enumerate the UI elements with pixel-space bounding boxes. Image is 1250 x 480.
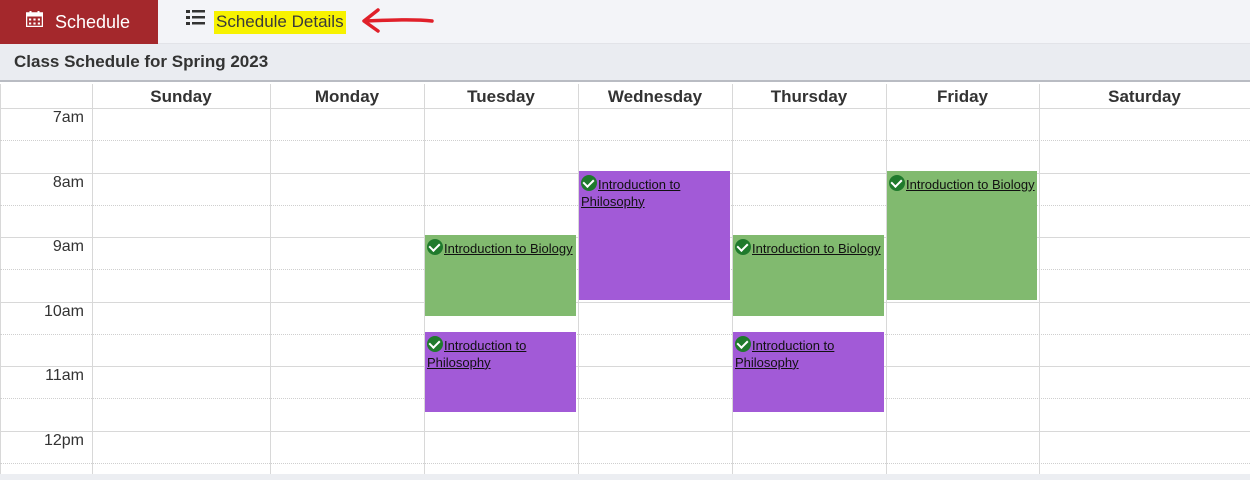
header-divider: [0, 108, 1250, 109]
schedule-title-bar: Class Schedule for Spring 2023: [0, 44, 1250, 82]
time-label: 10am: [43, 302, 84, 320]
half-hour-divider: [0, 462, 1250, 464]
event-block[interactable]: Introduction to Biology: [733, 235, 884, 316]
tab-schedule[interactable]: Schedule: [0, 0, 158, 44]
event-title-link[interactable]: Introduction to Biology: [444, 241, 573, 256]
page-title: Class Schedule for Spring 2023: [14, 52, 269, 71]
tab-schedule-details[interactable]: Schedule Details: [186, 0, 346, 44]
hour-divider: [0, 430, 1250, 432]
calendar-grid: Sunday Monday Tuesday Wednesday Thursday Frid…: [0, 84, 1250, 480]
day-header-monday: Monday: [314, 87, 380, 106]
event-title-link[interactable]: Introduction to Biology: [906, 177, 1035, 192]
time-label: 8am: [52, 173, 84, 191]
red-arrow-icon: [362, 8, 434, 33]
half-hour-divider: [0, 333, 1250, 335]
list-icon: [186, 10, 205, 25]
half-hour-divider: [0, 140, 1250, 142]
event-block[interactable]: Introduction to Philosophy: [425, 331, 576, 413]
check-circle-icon: [889, 174, 905, 191]
day-column-divider: [92, 84, 93, 474]
half-hour-divider: [0, 398, 1250, 400]
day-header-thursday: Thursday: [770, 87, 848, 106]
check-circle-icon: [735, 239, 751, 255]
calendar-icon: [26, 11, 43, 27]
grid-left-border: [0, 84, 1, 474]
time-label: 7am: [52, 109, 84, 126]
day-column-divider: [1039, 84, 1040, 474]
day-column-divider: [270, 84, 271, 474]
check-circle-icon: [735, 335, 751, 352]
day-header-friday: Friday: [936, 87, 989, 106]
event-block[interactable]: Introduction to Philosophy: [733, 331, 884, 413]
day-header-saturday: Saturday: [1108, 87, 1181, 106]
day-header-sunday: Sunday: [150, 87, 212, 106]
time-label: 9am: [52, 238, 84, 255]
day-header-tuesday: Tuesday: [467, 87, 535, 106]
event-block[interactable]: Introduction to Biology: [425, 235, 576, 316]
tab-schedule-details-label: Schedule Details: [214, 11, 346, 34]
time-label: 11am: [45, 367, 84, 384]
event-title-link[interactable]: Introduction to Biology: [752, 241, 881, 256]
grid-bottom-band: [0, 474, 1250, 480]
event-block[interactable]: Introduction to Philosophy: [579, 170, 730, 300]
check-circle-icon: [427, 335, 443, 352]
hour-divider: [0, 366, 1250, 367]
tab-bar: Schedule Schedule Details: [0, 0, 1250, 44]
check-circle-icon: [581, 174, 597, 191]
check-circle-icon: [427, 239, 443, 255]
day-header-wednesday: Wednesday: [607, 87, 703, 106]
event-block[interactable]: Introduction to Biology: [887, 170, 1037, 300]
hour-divider: [0, 301, 1250, 303]
time-label: 12pm: [43, 431, 84, 449]
tab-schedule-label: Schedule: [55, 11, 131, 32]
